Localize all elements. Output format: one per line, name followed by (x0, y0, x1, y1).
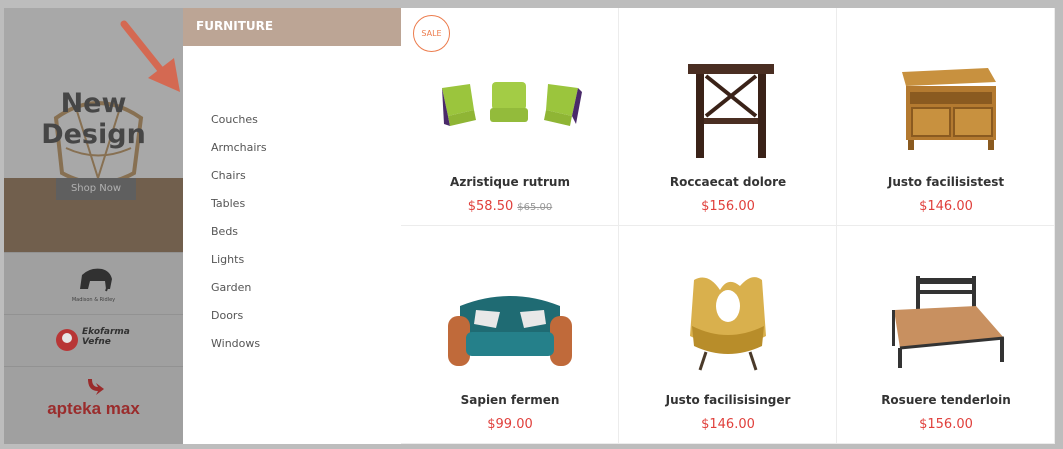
category-item-lights[interactable]: Lights (211, 252, 267, 280)
product-prices: $99.00 (401, 413, 619, 432)
category-header: FURNITURE (183, 8, 401, 46)
product-name[interactable]: Azristique rutrum (401, 175, 619, 189)
shop-now-button[interactable]: Shop Now (56, 178, 136, 200)
product-card[interactable]: SALE Azristique rutrum $58.50 $65.00 (401, 8, 619, 226)
product-price: $146.00 (919, 199, 973, 214)
product-prices: $156.00 (837, 413, 1055, 432)
apteka-max-logo-icon (88, 379, 104, 395)
category-item-beds[interactable]: Beds (211, 224, 267, 252)
product-name[interactable]: Sapien fermen (401, 393, 619, 407)
category-item-doors[interactable]: Doors (211, 308, 267, 336)
ekofarma-logo-icon (56, 329, 78, 351)
product-name[interactable]: Justo facilisistest (837, 175, 1055, 189)
product-prices: $146.00 (837, 195, 1055, 214)
brand-logo-madison[interactable]: Madison & Ridley (4, 252, 183, 314)
tv-cabinet-icon (902, 68, 996, 150)
product-card[interactable]: Justo facilisistest $146.00 (837, 8, 1055, 226)
product-prices: $156.00 (619, 195, 837, 214)
category-item-tables[interactable]: Tables (211, 196, 267, 224)
product-grid: SALE Azristique rutrum $58.50 $65.00 Roc… (401, 8, 1055, 444)
product-name[interactable]: Rosuere tenderloin (837, 393, 1055, 407)
brand-name: Ekofarma Vefne (82, 327, 130, 347)
category-item-chairs[interactable]: Chairs (211, 168, 267, 196)
product-card[interactable]: Rosuere tenderloin $156.00 (837, 226, 1055, 444)
product-name[interactable]: Justo facilisisinger (619, 393, 837, 407)
product-price: $156.00 (701, 199, 755, 214)
category-list: Couches Armchairs Chairs Tables Beds Lig… (211, 112, 267, 364)
product-prices: $146.00 (619, 413, 837, 432)
product-prices: $58.50 $65.00 (401, 195, 619, 214)
category-item-garden[interactable]: Garden (211, 280, 267, 308)
brand-logo-apteka[interactable]: apteka max (4, 366, 183, 444)
product-card[interactable]: Roccaecat dolore $156.00 (619, 8, 837, 226)
category-item-armchairs[interactable]: Armchairs (211, 140, 267, 168)
product-name[interactable]: Roccaecat dolore (619, 175, 837, 189)
product-price: $146.00 (701, 417, 755, 432)
product-card[interactable]: Sapien fermen $99.00 (401, 226, 619, 444)
bed-icon (892, 276, 1005, 368)
product-old-price: $65.00 (517, 202, 553, 213)
category-item-couches[interactable]: Couches (211, 112, 267, 140)
category-menu: FURNITURE Couches Armchairs Chairs Table… (183, 8, 401, 444)
product-price: $99.00 (487, 417, 533, 432)
sofa-icon (448, 296, 572, 366)
brand-logo-ekofarma[interactable]: Ekofarma Vefne (4, 314, 183, 366)
elephant-logo-icon (80, 268, 112, 292)
page-frame: New Design Shop Now Madison & Ridley Eko… (0, 0, 1063, 449)
modular-seats-icon (442, 82, 582, 126)
product-price: $156.00 (919, 417, 973, 432)
brand-name: Madison & Ridley (71, 297, 116, 303)
armchair-icon (690, 277, 766, 371)
brand-name: apteka max (47, 399, 140, 418)
category-item-windows[interactable]: Windows (211, 336, 267, 364)
product-card[interactable]: Justo facilisisinger $146.00 (619, 226, 837, 444)
product-price: $58.50 (467, 199, 514, 214)
side-table-icon (688, 64, 774, 158)
arrow-pointer-icon (120, 20, 180, 92)
sale-badge: SALE (413, 15, 450, 52)
